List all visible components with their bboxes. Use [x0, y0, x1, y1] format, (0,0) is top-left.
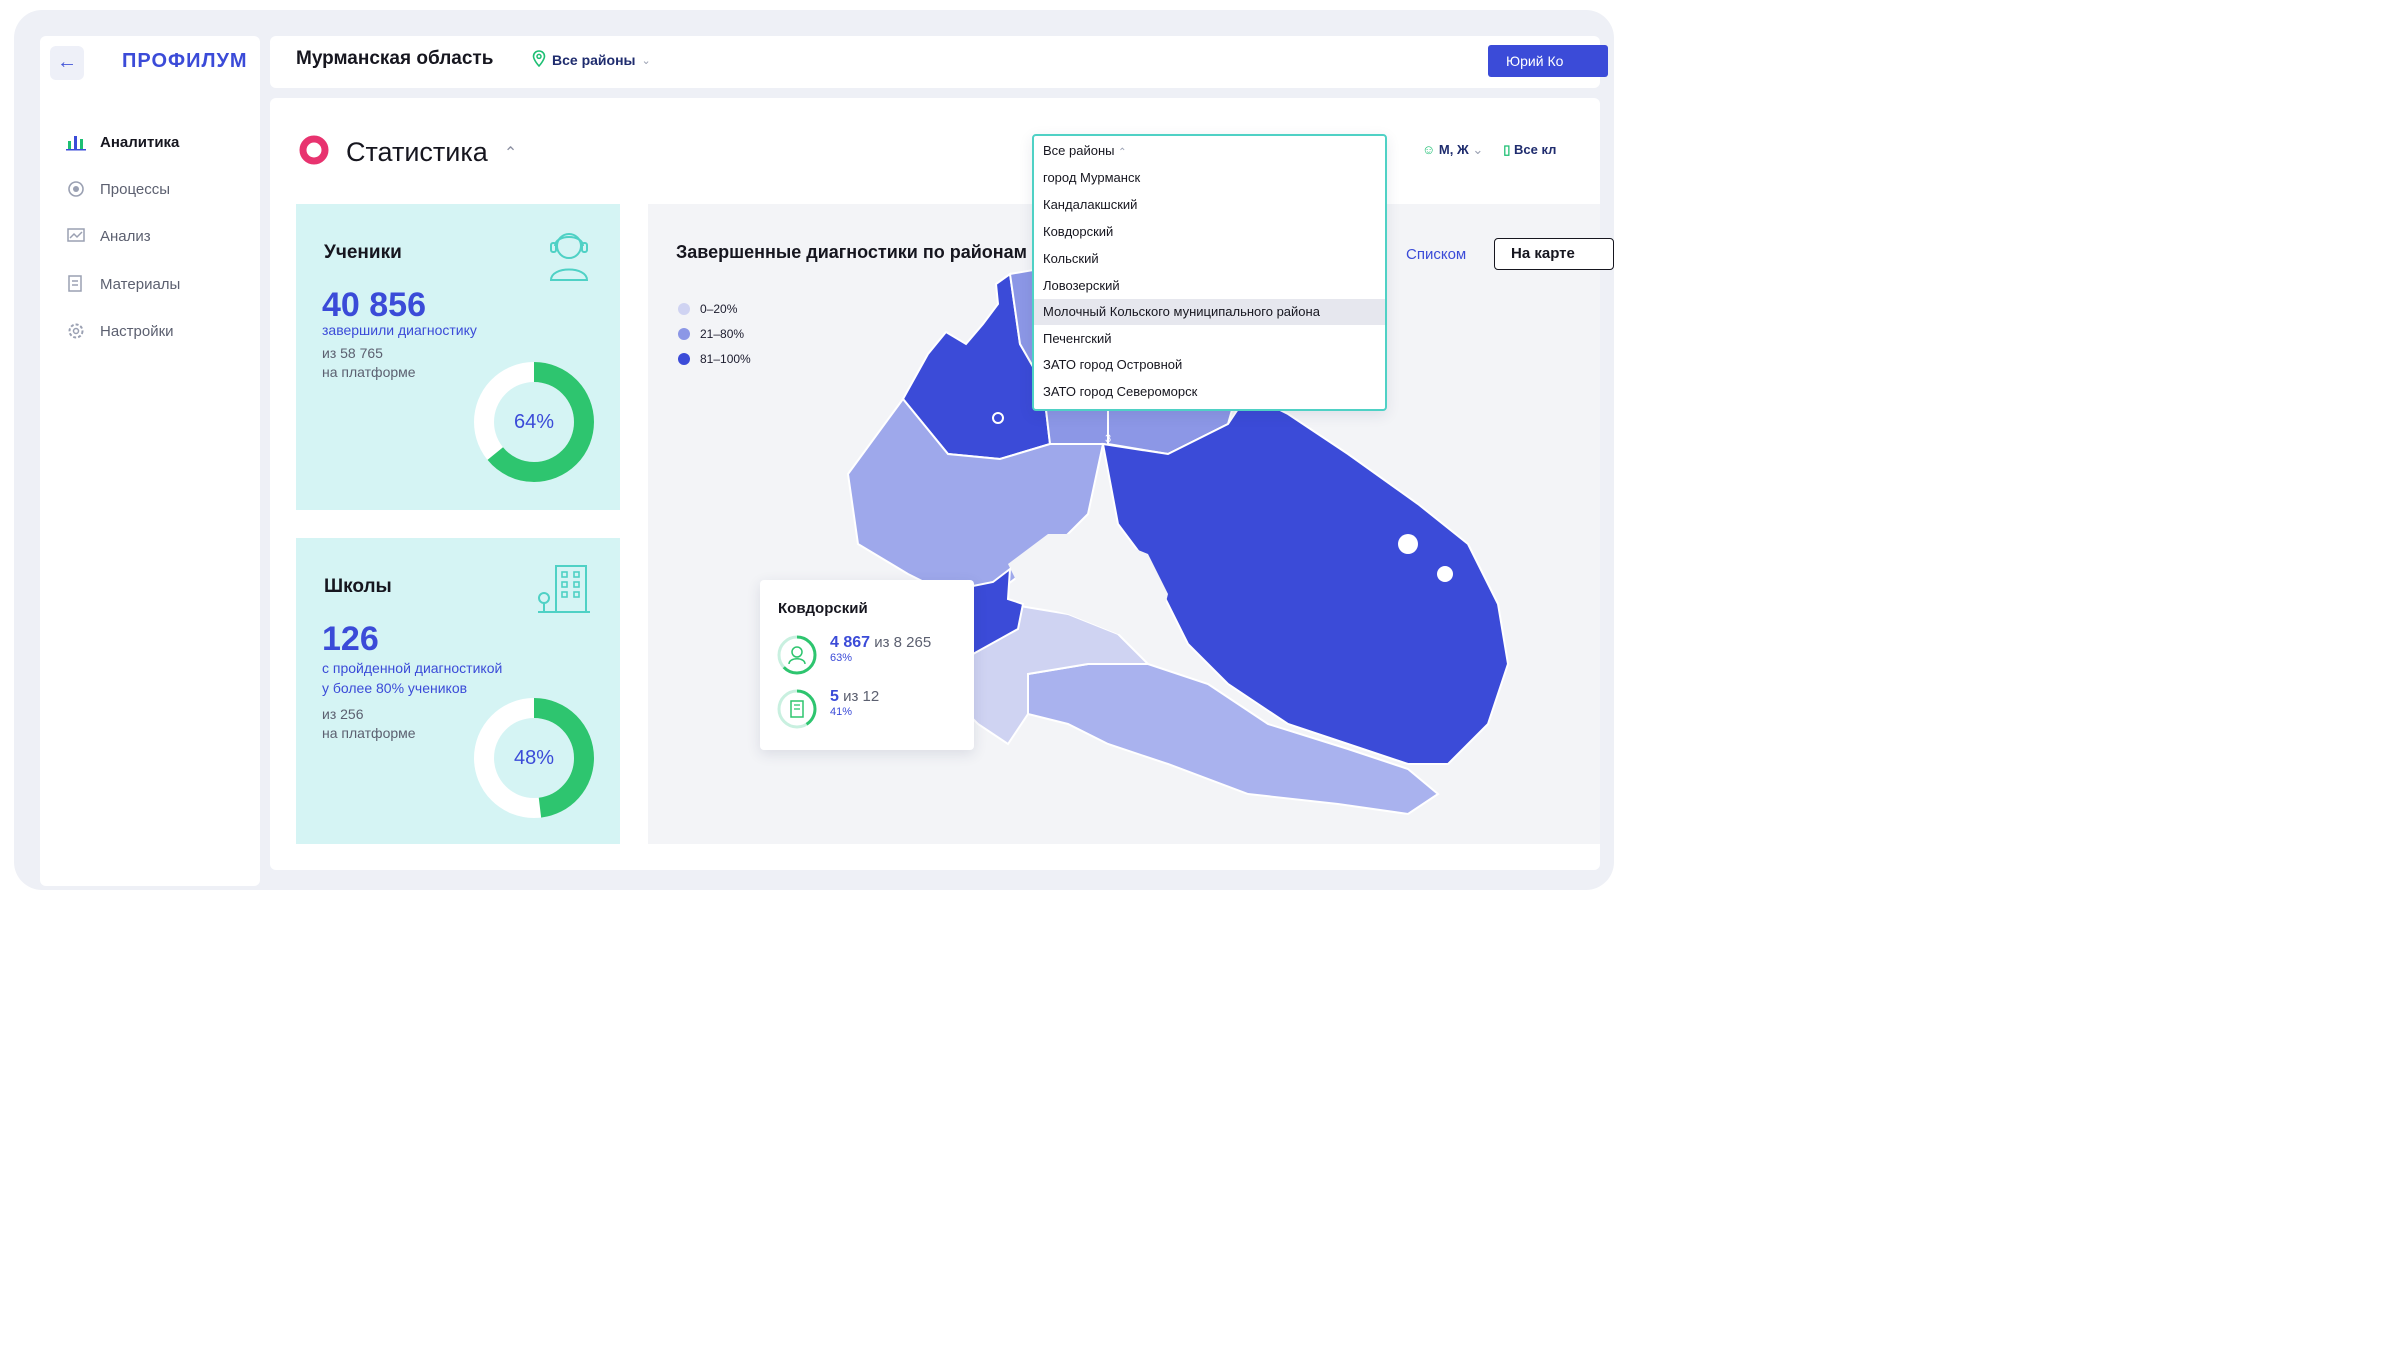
view-list-button[interactable]: Списком [1406, 246, 1466, 263]
arrow-left-icon: ← [57, 51, 77, 73]
sidebar-item-label: Материалы [100, 275, 181, 293]
schools-subtitle-1: с пройденной диагностикой [322, 660, 503, 676]
schools-subtitle-2: у более 80% учеников [322, 680, 468, 696]
map-marker-label: 3 [1105, 433, 1111, 445]
schools-card: Школы 126 с пройденной диагностикой у бо… [296, 538, 620, 844]
classes-filter[interactable]: ▯ Все кл [1503, 142, 1556, 158]
schools-total: из 256 [322, 706, 364, 722]
top-bar: Мурманская область Все районы ⌄ Юрий Ко [270, 36, 1608, 88]
chevron-up-icon: ⌃ [1118, 147, 1127, 158]
location-pin-icon [532, 50, 546, 70]
legend-label: 81–100% [700, 352, 751, 366]
map-title: Завершенные диагностики по районам [676, 242, 1027, 262]
analysis-icon [66, 226, 86, 246]
tooltip-students-percent: 63% [830, 652, 853, 664]
statistics-header[interactable]: Статистика ⌃ [298, 134, 517, 171]
back-button[interactable]: ← [50, 46, 84, 80]
sidebar-item-settings[interactable]: Настройки [66, 319, 174, 343]
user-button[interactable]: Юрий Ко [1488, 45, 1608, 77]
dropdown-option[interactable]: Печенгский [1034, 326, 1385, 352]
gender-filter[interactable]: ☺ М, Ж ⌄ [1422, 142, 1483, 158]
map-city-dot [992, 412, 1004, 424]
dropdown-option-highlighted[interactable]: Молочный Кольского муниципального района [1034, 299, 1385, 325]
smile-icon: ☺ [1422, 142, 1436, 157]
sidebar-item-analysis[interactable]: Анализ [66, 224, 151, 248]
app-logo: ПРОФИЛУМ [122, 50, 248, 72]
schools-platform-label: на платформе [322, 725, 416, 741]
sidebar-item-processes[interactable]: Процессы [66, 177, 170, 201]
tooltip-schools-total: из 12 [843, 688, 880, 705]
schools-count: 126 [322, 620, 379, 658]
statistics-logo-icon [298, 134, 330, 171]
schools-percent: 48% [513, 746, 555, 769]
legend-label: 0–20% [700, 302, 738, 316]
district-select-value: Все районы [552, 52, 636, 68]
map-lake-marker [1437, 566, 1453, 582]
dropdown-option[interactable]: Ковдорский [1034, 219, 1385, 245]
students-percent: 64% [513, 410, 555, 433]
materials-icon [66, 274, 86, 294]
sidebar-item-analytics[interactable]: Аналитика [66, 130, 179, 154]
dropdown-option[interactable]: город Мурманск [1034, 165, 1385, 191]
dropdown-option[interactable]: Кольский [1034, 246, 1385, 272]
students-donut: 64% [472, 360, 596, 484]
sidebar-item-label: Процессы [100, 180, 171, 198]
legend-item: 21–80% [678, 327, 744, 341]
district-select[interactable]: Все районы ⌄ [532, 50, 651, 70]
dropdown-option[interactable]: Все районы ⌃ [1034, 138, 1385, 164]
legend-item: 81–100% [678, 352, 751, 366]
dropdown-option[interactable]: Ловозерский [1034, 273, 1385, 299]
door-icon: ▯ [1503, 142, 1511, 157]
student-icon [546, 228, 592, 287]
tooltip-students-value: 4 867 [830, 634, 871, 651]
district-tooltip: Ковдорский 4 867 из 8 265 63% 5 из 12 41… [760, 580, 974, 750]
schools-donut: 48% [472, 696, 596, 820]
main-panel: Статистика ⌃ ☺ М, Ж ⌄ ▯ Все кл Ученики 4… [270, 98, 1614, 870]
statistics-title: Статистика [346, 137, 488, 167]
sidebar: ← ПРОФИЛУМ Аналитика Процессы Анализ Мат… [40, 36, 260, 886]
students-title: Ученики [324, 242, 402, 263]
legend-item: 0–20% [678, 302, 737, 316]
map-lake-marker [1398, 534, 1418, 554]
student-ring-icon [777, 635, 817, 675]
sidebar-item-label: Аналитика [100, 133, 180, 151]
tooltip-schools-percent: 41% [830, 706, 853, 718]
region-title: Мурманская область [296, 48, 494, 69]
students-subtitle: завершили диагностику [322, 322, 477, 338]
dropdown-option[interactable]: ЗАТО город Островной [1034, 352, 1385, 378]
classes-filter-value: Все кл [1514, 142, 1557, 157]
settings-icon [66, 321, 86, 341]
chevron-down-icon: ⌄ [1472, 142, 1484, 157]
tooltip-students-row: 4 867 из 8 265 63% [776, 634, 931, 676]
dropdown-option[interactable]: Кандалакшский [1034, 192, 1385, 218]
processes-icon [66, 179, 86, 199]
view-map-button[interactable]: На карте [1494, 238, 1614, 270]
tooltip-title: Ковдорский [778, 600, 868, 617]
chart-icon [66, 132, 86, 152]
tooltip-students-total: из 8 265 [874, 634, 932, 651]
legend-label: 21–80% [700, 327, 745, 341]
schools-title: Школы [324, 576, 392, 597]
district-dropdown[interactable]: Все районы ⌃ город Мурманск Кандалакшски… [1032, 134, 1387, 411]
students-platform-label: на платформе [322, 364, 416, 380]
students-card: Ученики 40 856 завершили диагностику из … [296, 204, 620, 510]
school-building-icon [536, 562, 592, 619]
sidebar-item-label: Настройки [100, 322, 174, 340]
dropdown-option-label: Все районы [1043, 143, 1115, 158]
filters: ☺ М, Ж ⌄ ▯ Все кл [1422, 142, 1556, 158]
tooltip-schools-value: 5 [830, 688, 839, 705]
gender-filter-value: М, Ж [1438, 142, 1469, 157]
school-ring-icon [777, 689, 817, 729]
sidebar-item-label: Анализ [100, 227, 151, 245]
students-total: из 58 765 [322, 345, 383, 361]
sidebar-item-materials[interactable]: Материалы [66, 272, 180, 296]
dropdown-option[interactable]: ЗАТО город Североморск [1034, 379, 1385, 405]
tooltip-schools-row: 5 из 12 41% [776, 688, 879, 730]
chevron-down-icon: ⌄ [641, 54, 651, 67]
chevron-up-icon: ⌃ [503, 144, 518, 162]
